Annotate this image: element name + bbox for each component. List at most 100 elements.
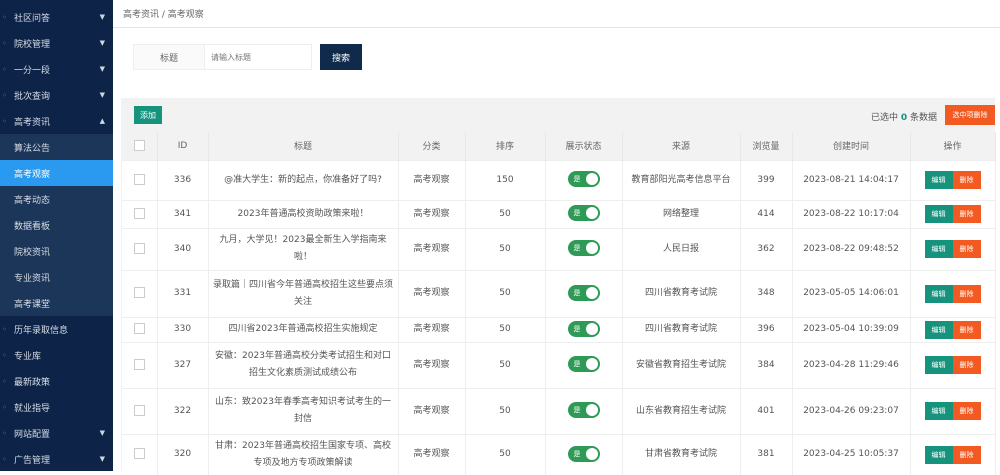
- sidebar-item[interactable]: 数据看板: [0, 212, 113, 238]
- display-toggle[interactable]: 是: [567, 240, 600, 257]
- sidebar-item[interactable]: 高考课堂: [0, 290, 113, 316]
- table-row: 341 2023年普通高校资助政策来啦！ 高考观察 50 是 网络整理 414 2023-08…: [122, 199, 996, 228]
- row-checkbox[interactable]: [122, 316, 158, 342]
- sidebar-item[interactable]: ◦ 网站配置 ▼: [0, 420, 113, 446]
- sidebar-item[interactable]: ◦ 院校管理 ▼: [0, 30, 113, 56]
- row-checkbox[interactable]: [122, 159, 158, 200]
- display-toggle[interactable]: 是: [567, 402, 600, 419]
- cell-id: 340: [157, 227, 209, 270]
- batch-delete-button[interactable]: 选中项删除: [945, 105, 995, 125]
- sidebar-item[interactable]: ◦ 一分一段 ▼: [0, 56, 113, 82]
- row-checkbox[interactable]: [122, 341, 158, 388]
- row-checkbox[interactable]: [122, 227, 158, 270]
- cell-sort: 50: [465, 199, 546, 228]
- sidebar-item[interactable]: ◦ 历年录取信息: [0, 316, 113, 342]
- delete-button[interactable]: 删除: [952, 171, 981, 189]
- table-header: ID 标题 分类 排序 展示状态 来源 浏览量 创建时间 操作: [122, 132, 996, 160]
- cell-title: 甘肃：2023年普通高校招生国家专项、高校专项及地方专项政策解读: [208, 433, 399, 475]
- row-checkbox[interactable]: [122, 433, 158, 475]
- sidebar-item[interactable]: 算法公告: [0, 134, 113, 160]
- sidebar-item-label: 数据看板: [14, 221, 51, 232]
- display-toggle[interactable]: 是: [567, 445, 600, 462]
- column-header: 浏览量: [740, 132, 793, 160]
- cell-sort: 50: [465, 433, 546, 475]
- title-search-input[interactable]: [205, 44, 312, 70]
- add-button[interactable]: 添加: [134, 106, 162, 124]
- display-toggle[interactable]: 是: [567, 356, 600, 373]
- cell-status: 是: [545, 341, 623, 388]
- menu-icon: ◦: [2, 428, 7, 438]
- cell-source: 网络整理: [622, 199, 741, 228]
- table-row: 320 甘肃：2023年普通高校招生国家专项、高校专项及地方专项政策解读 高考观察 5…: [122, 433, 996, 475]
- sidebar-item[interactable]: ◦ 就业指导: [0, 394, 113, 420]
- cell-created-time: 2023-04-25 10:05:37: [792, 433, 911, 475]
- column-header: 创建时间: [792, 132, 911, 160]
- sidebar-item-label: 专业资讯: [14, 273, 51, 284]
- sidebar-item[interactable]: ◦ 专业库: [0, 342, 113, 368]
- cell-title: 2023年普通高校资助政策来啦！: [208, 199, 399, 228]
- edit-button[interactable]: 编辑: [924, 284, 953, 303]
- edit-button[interactable]: 编辑: [924, 171, 953, 189]
- search-button[interactable]: 搜索: [320, 44, 362, 70]
- sidebar-item[interactable]: ◦ 高考资讯 ▲: [0, 108, 113, 134]
- cell-actions: 编辑 删除: [910, 433, 996, 475]
- sidebar: ◦ 社区问答 ▼ ◦ 院校管理 ▼ ◦ 一分一段 ▼ ◦ 批次查询 ▼ ◦ 高考资讯 ▲ 算法公告 高考观察 高考…: [0, 0, 113, 471]
- title-label: 标题: [133, 44, 205, 70]
- display-toggle[interactable]: 是: [567, 320, 600, 337]
- sidebar-item-label: 院校资讯: [14, 247, 51, 258]
- edit-button[interactable]: 编辑: [924, 356, 953, 374]
- edit-button[interactable]: 编辑: [924, 240, 953, 258]
- cell-title: 录取篇｜四川省今年普通高校招生这些要点须关注: [208, 269, 399, 317]
- sidebar-item[interactable]: ◦ 批次查询 ▼: [0, 82, 113, 108]
- edit-button[interactable]: 编辑: [924, 320, 953, 339]
- cell-status: 是: [545, 159, 623, 200]
- cell-category: 高考观察: [398, 227, 466, 270]
- sidebar-item[interactable]: ◦ 最新政策: [0, 368, 113, 394]
- sidebar-item[interactable]: 院校资讯: [0, 238, 113, 264]
- cell-views: 396: [740, 316, 793, 342]
- articles-table: ID 标题 分类 排序 展示状态 来源 浏览量 创建时间 操作 336 @准大学生：新的起点，你准…: [122, 132, 996, 475]
- delete-button[interactable]: 删除: [952, 445, 981, 464]
- edit-button[interactable]: 编辑: [924, 402, 953, 420]
- select-all-checkbox[interactable]: [122, 132, 158, 160]
- sidebar-item[interactable]: 高考动态: [0, 186, 113, 212]
- cell-actions: 编辑 删除: [910, 269, 996, 317]
- display-toggle[interactable]: 是: [567, 284, 600, 301]
- cell-status: 是: [545, 433, 623, 475]
- cell-title: 九月，大学见！2023最全新生入学指南来啦！: [208, 227, 399, 270]
- row-checkbox[interactable]: [122, 269, 158, 317]
- sidebar-item-label: 就业指导: [14, 403, 51, 414]
- row-checkbox[interactable]: [122, 199, 158, 228]
- menu-icon: ◦: [2, 402, 7, 412]
- cell-created-time: 2023-08-22 10:17:04: [792, 199, 911, 228]
- sidebar-item-label: 批次查询: [14, 91, 51, 102]
- delete-button[interactable]: 删除: [952, 320, 981, 339]
- sidebar-item[interactable]: 高考观察: [0, 160, 113, 186]
- chevron-down-icon: ▼: [99, 429, 105, 437]
- cell-category: 高考观察: [398, 433, 466, 475]
- sidebar-item-label: 历年录取信息: [14, 325, 69, 336]
- cell-actions: 编辑 删除: [910, 159, 996, 200]
- sidebar-item-label: 专业库: [14, 351, 42, 362]
- sidebar-item[interactable]: ◦ 社区问答 ▼: [0, 4, 113, 30]
- table-panel: 添加 已选中 0 条数据 选中项删除 ID 标题 分类 排序 展示状态 来源 浏览量 创建时间…: [121, 98, 996, 475]
- cell-id: 330: [157, 316, 209, 342]
- row-checkbox[interactable]: [122, 387, 158, 434]
- display-toggle[interactable]: 是: [567, 171, 600, 188]
- display-toggle[interactable]: 是: [567, 205, 600, 222]
- delete-button[interactable]: 删除: [952, 356, 981, 374]
- delete-button[interactable]: 删除: [952, 402, 981, 420]
- edit-button[interactable]: 编辑: [924, 445, 953, 464]
- cell-source: 教育部阳光高考信息平台: [622, 159, 741, 200]
- delete-button[interactable]: 删除: [952, 240, 981, 258]
- sidebar-item[interactable]: ◦ 广告管理 ▼: [0, 446, 113, 472]
- sidebar-item[interactable]: 专业资讯: [0, 264, 113, 290]
- cell-category: 高考观察: [398, 387, 466, 434]
- edit-button[interactable]: 编辑: [924, 205, 953, 223]
- delete-button[interactable]: 删除: [952, 284, 981, 303]
- sidebar-item-label: 高考动态: [14, 195, 51, 206]
- sidebar-item-label: 一分一段: [14, 65, 51, 76]
- delete-button[interactable]: 删除: [952, 205, 981, 223]
- cell-id: 327: [157, 341, 209, 388]
- cell-title: 四川省2023年普通高校招生实施规定: [208, 316, 399, 342]
